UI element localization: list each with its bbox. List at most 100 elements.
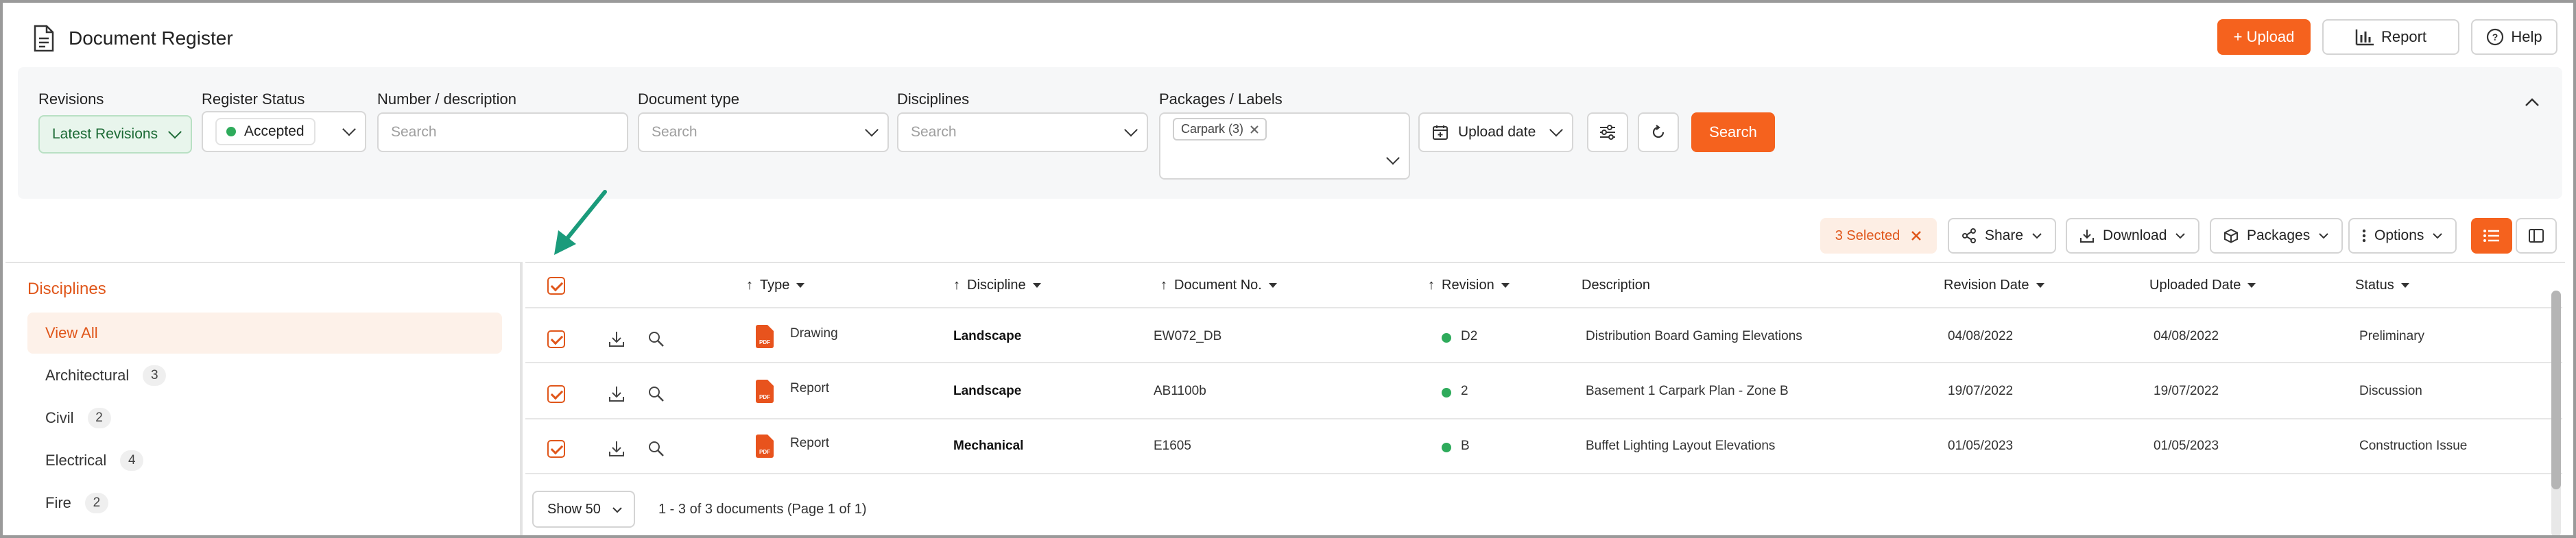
selected-count-badge[interactable]: 3 Selected bbox=[1820, 218, 1937, 254]
column-header-label: Revision bbox=[1442, 277, 1494, 293]
caret-down-icon bbox=[796, 282, 805, 288]
chevron-down-icon bbox=[2032, 233, 2042, 239]
split-view-button[interactable] bbox=[2516, 218, 2557, 254]
options-button[interactable]: Options bbox=[2348, 218, 2457, 254]
page-size-select[interactable]: Show 50 bbox=[532, 491, 635, 528]
row-checkbox[interactable] bbox=[547, 440, 565, 458]
sidebar-item-view-all[interactable]: View All bbox=[27, 313, 502, 354]
caret-down-icon bbox=[1268, 282, 1277, 288]
cell-discipline: Landscape bbox=[953, 329, 1022, 343]
sort-arrow-icon: ↑ bbox=[953, 277, 960, 293]
document-type-label: Document type bbox=[638, 90, 739, 108]
number-description-input[interactable]: Search bbox=[377, 112, 628, 152]
disciplines-filter-label: Disciplines bbox=[897, 90, 970, 108]
packages-button[interactable]: Packages bbox=[2210, 218, 2344, 254]
download-icon[interactable] bbox=[608, 330, 625, 348]
report-button-label: Report bbox=[2381, 28, 2427, 45]
cell-revision-date: 19/07/2022 bbox=[1948, 384, 2014, 398]
upload-date-select[interactable]: Upload date bbox=[1418, 112, 1573, 152]
status-dot-icon bbox=[226, 127, 236, 136]
filter-settings-button[interactable] bbox=[1587, 112, 1628, 152]
sidebar-item-electrical[interactable]: Electrical 4 bbox=[27, 440, 502, 481]
sliders-icon bbox=[1600, 125, 1615, 140]
column-header-label: Uploaded Date bbox=[2149, 277, 2241, 293]
column-header-label: Discipline bbox=[967, 277, 1026, 293]
cell-revision-date: 04/08/2022 bbox=[1948, 329, 2014, 343]
column-header-discipline[interactable]: ↑ Discipline bbox=[953, 263, 1041, 307]
close-icon[interactable] bbox=[1250, 125, 1259, 134]
sidebar-item-architectural[interactable]: Architectural 3 bbox=[27, 355, 502, 396]
svg-text:?: ? bbox=[2492, 32, 2499, 42]
chevron-down-icon bbox=[168, 125, 182, 139]
cell-document-no: AB1100b bbox=[1154, 384, 1206, 398]
search-icon[interactable] bbox=[647, 330, 665, 348]
revisions-select[interactable]: Latest Revisions bbox=[38, 115, 192, 154]
disciplines-sidebar: Disciplines View All Architectural 3 Civ… bbox=[5, 262, 523, 535]
chevron-down-icon bbox=[1386, 151, 1400, 165]
caret-down-icon bbox=[1032, 282, 1041, 288]
help-button[interactable]: ? Help bbox=[2471, 19, 2557, 55]
scrollbar-thumb[interactable] bbox=[2551, 291, 2561, 489]
chevron-up-icon[interactable] bbox=[2523, 93, 2542, 112]
column-header-label: Status bbox=[2355, 277, 2394, 293]
refresh-icon bbox=[1652, 125, 1665, 138]
column-header-revision[interactable]: ↑ Revision bbox=[1428, 263, 1510, 307]
column-header-document-no[interactable]: ↑ Document No. bbox=[1160, 263, 1277, 307]
row-divider bbox=[525, 362, 2562, 363]
row-checkbox[interactable] bbox=[547, 385, 565, 403]
sidebar-item-civil[interactable]: Civil 2 bbox=[27, 398, 502, 439]
upload-button[interactable]: + Upload bbox=[2217, 19, 2311, 55]
column-header-status[interactable]: Status bbox=[2355, 263, 2409, 307]
list-icon bbox=[2483, 230, 2499, 242]
column-header-revision-date[interactable]: Revision Date bbox=[1944, 263, 2044, 307]
close-icon[interactable] bbox=[1911, 230, 1922, 241]
revision-status-dot bbox=[1442, 443, 1451, 452]
cell-revision-date: 01/05/2023 bbox=[1948, 439, 2014, 453]
cell-status: Preliminary bbox=[2359, 329, 2425, 343]
chevron-down-icon bbox=[342, 122, 356, 136]
revisions-label: Revisions bbox=[38, 90, 104, 108]
sidebar-item-label: View All bbox=[45, 324, 98, 341]
sort-arrow-icon: ↑ bbox=[1160, 277, 1167, 293]
sidebar-panel-icon bbox=[2529, 229, 2544, 243]
column-header-type[interactable]: ↑ Type bbox=[746, 263, 805, 307]
chevron-down-icon bbox=[2433, 233, 2443, 239]
bar-chart-icon bbox=[2355, 29, 2374, 46]
sidebar-item-label: Civil bbox=[45, 409, 74, 426]
kebab-menu-icon bbox=[2362, 229, 2366, 243]
caret-down-icon bbox=[1501, 282, 1510, 288]
select-all-checkbox[interactable] bbox=[547, 277, 565, 295]
reset-filters-button[interactable] bbox=[1638, 112, 1679, 152]
caret-down-icon bbox=[2247, 282, 2256, 288]
disciplines-placeholder: Search bbox=[911, 124, 957, 140]
report-button[interactable]: Report bbox=[2322, 19, 2459, 55]
sidebar-item-label: Fire bbox=[45, 494, 71, 511]
column-header-uploaded-date[interactable]: Uploaded Date bbox=[2149, 263, 2256, 307]
cell-uploaded-date: 19/07/2022 bbox=[2154, 384, 2219, 398]
register-status-select[interactable]: Accepted bbox=[202, 111, 366, 152]
share-button[interactable]: Share bbox=[1948, 218, 2057, 254]
list-view-button[interactable] bbox=[2471, 218, 2512, 254]
search-icon[interactable] bbox=[647, 385, 665, 403]
vertical-scrollbar[interactable] bbox=[2551, 291, 2561, 535]
package-tag[interactable]: Carpark (3) bbox=[1173, 118, 1267, 140]
revision-status-dot bbox=[1442, 333, 1451, 343]
cell-discipline: Landscape bbox=[953, 384, 1022, 398]
search-button[interactable]: Search bbox=[1691, 112, 1775, 152]
options-label: Options bbox=[2374, 228, 2424, 243]
packages-select[interactable]: Carpark (3) bbox=[1159, 112, 1410, 180]
column-header-label: Type bbox=[760, 277, 790, 293]
document-icon bbox=[34, 25, 54, 52]
download-icon[interactable] bbox=[608, 385, 625, 403]
document-type-select[interactable]: Search bbox=[638, 112, 889, 152]
column-header-label: Revision Date bbox=[1944, 277, 2029, 293]
disciplines-select[interactable]: Search bbox=[897, 112, 1148, 152]
upload-button-label: + Upload bbox=[2233, 28, 2295, 45]
download-button[interactable]: Download bbox=[2066, 218, 2200, 254]
sidebar-item-fire[interactable]: Fire 2 bbox=[27, 482, 502, 524]
documents-table: ↑ Type ↑ Discipline ↑ Document No. ↑ Rev… bbox=[525, 262, 2565, 535]
download-icon[interactable] bbox=[608, 440, 625, 458]
row-checkbox[interactable] bbox=[547, 330, 565, 348]
download-icon bbox=[2080, 230, 2094, 243]
search-icon[interactable] bbox=[647, 440, 665, 458]
